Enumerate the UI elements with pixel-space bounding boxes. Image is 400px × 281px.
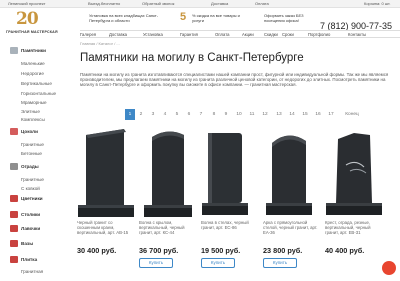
sidebar-item[interactable]: Мраморные — [21, 100, 47, 105]
chat-widget-icon[interactable] — [382, 261, 396, 275]
sidebar-item[interactable]: Гранитные — [21, 177, 44, 182]
flowerbed-icon — [10, 195, 18, 202]
logo-number: 20 — [16, 9, 39, 29]
sidebar-item[interactable]: Маленькие — [21, 61, 45, 66]
page-button[interactable]: 12 — [260, 109, 270, 120]
monument-icon — [10, 47, 18, 54]
payment-link[interactable]: Оплата — [255, 1, 269, 6]
sidebar-heading[interactable]: Цветники — [21, 196, 43, 201]
product-price: 30 400 руб. — [77, 246, 117, 255]
page-description: Памятники на могилу из гранита изготавли… — [80, 72, 389, 88]
page-button[interactable]: 5 — [172, 109, 182, 120]
product-card[interactable]: Черный гранит со скошенным краем, вертик… — [76, 125, 136, 281]
buy-button[interactable]: Купить — [263, 258, 297, 268]
product-price: 23 800 руб. — [263, 246, 303, 255]
product-card[interactable]: Волна с крылом, вертикальный, черный гра… — [138, 125, 198, 281]
city-selector[interactable]: Ленинский проспект — [8, 1, 45, 6]
sidebar-item[interactable]: С ковкой — [21, 186, 40, 191]
vase-icon — [10, 240, 18, 247]
page-button[interactable]: 17 — [326, 109, 336, 120]
install-info: Установка на всех кладбищах Санкт-Петерб… — [89, 13, 159, 23]
product-image[interactable] — [76, 125, 136, 220]
buy-button[interactable]: Купить — [139, 258, 173, 268]
product-name[interactable]: Черный гранит со скошенным краем, вертик… — [77, 220, 135, 235]
tile-icon — [10, 256, 18, 263]
promo-info: % скидка на все товары и услуги — [192, 13, 240, 23]
page-button[interactable]: 3 — [148, 109, 158, 120]
product-price: 36 700 руб. — [139, 246, 179, 255]
page-button[interactable]: 14 — [287, 109, 297, 120]
page-button-active[interactable]: 1 — [125, 109, 135, 120]
product-image[interactable] — [324, 125, 384, 220]
product-name[interactable]: Арка с прямоугольной стелой, черный гран… — [263, 220, 321, 235]
logo-subtitle: ГРАНИТНАЯ МАСТЕРСКАЯ — [6, 30, 58, 34]
nav-item[interactable]: Оплата — [215, 32, 229, 37]
sidebar-catalog: Памятники Маленькие Недорогие Вертикальн… — [0, 44, 75, 281]
sidebar-heading[interactable]: Памятники — [21, 48, 46, 53]
product-name[interactable]: Волна с крылом, вертикальный, черный гра… — [139, 220, 197, 235]
nav-item[interactable]: Галерея — [80, 32, 96, 37]
nav-item[interactable]: Акции — [242, 32, 254, 37]
header: 20 ГРАНИТНАЯ МАСТЕРСКАЯ Установка на все… — [0, 8, 400, 34]
callback-link[interactable]: Обратный звонок — [142, 1, 174, 6]
sidebar-heading[interactable]: Лавочки — [21, 226, 40, 231]
nav-item[interactable]: Сроки — [282, 32, 294, 37]
nav-item[interactable]: Гарантия — [180, 32, 198, 37]
product-image[interactable] — [262, 125, 322, 220]
plinth-icon — [10, 128, 18, 135]
main-nav: Галерея Доставка Установка Гарантия Опла… — [80, 30, 400, 38]
cart-link[interactable]: Корзина: 0 шт. — [364, 1, 391, 6]
page-button[interactable]: 13 — [274, 109, 284, 120]
sidebar-heading[interactable]: Ограды — [21, 164, 39, 169]
page-button[interactable]: 7 — [196, 109, 206, 120]
nav-item[interactable]: Доставка — [109, 32, 127, 37]
sidebar-heading[interactable]: Цоколи — [21, 129, 38, 134]
product-price: 19 500 руб. — [201, 246, 241, 255]
sidebar-item[interactable]: Вертикальные — [21, 81, 52, 86]
buy-button[interactable]: Купить — [201, 258, 235, 268]
bench-icon — [10, 225, 18, 232]
page-button[interactable]: 6 — [184, 109, 194, 120]
product-card[interactable]: Арка с прямоугольной стелой, черный гран… — [262, 125, 322, 281]
sidebar-item[interactable]: Гранитная — [21, 269, 43, 274]
page-button[interactable]: 8 — [209, 109, 219, 120]
page-last-button[interactable]: Конец — [341, 109, 363, 120]
sidebar-item[interactable]: Недорогие — [21, 71, 44, 76]
page-title: Памятники на могилу в Санкт-Петербурге — [80, 52, 304, 64]
logo[interactable]: 20 ГРАНИТНАЯ МАСТЕРСКАЯ — [4, 9, 76, 37]
product-name[interactable]: Волна в стелах, черный гранит, арт. ЕС-8… — [201, 220, 259, 231]
page-button[interactable]: 10 — [234, 109, 244, 120]
sidebar-item[interactable]: Элитные — [21, 109, 40, 114]
page-button[interactable]: 2 — [136, 109, 146, 120]
sidebar-item[interactable]: Комплексы — [21, 117, 45, 122]
sidebar-item[interactable]: Гранитные — [21, 142, 44, 147]
nav-item[interactable]: Скидки — [264, 32, 278, 37]
nav-item[interactable]: Портфолио — [308, 32, 330, 37]
product-image[interactable] — [200, 125, 260, 220]
page-button[interactable]: 11 — [247, 109, 257, 120]
product-card[interactable]: Крест, ограда, резные, вертикальный, чер… — [324, 125, 384, 281]
top-bar: Ленинский проспект Выезд.бесплатно Обрат… — [0, 0, 400, 8]
page-button[interactable]: 9 — [221, 109, 231, 120]
sidebar-item[interactable]: Горизонтальные — [21, 91, 56, 96]
product-card[interactable]: Волна в стелах, черный гранит, арт. ЕС-8… — [200, 125, 260, 281]
page-button[interactable]: 15 — [300, 109, 310, 120]
nav-item[interactable]: Контакты — [348, 32, 366, 37]
sidebar-item[interactable]: Бетонные — [21, 151, 42, 156]
nav-item[interactable]: Установка — [143, 32, 163, 37]
order-info: Оформить заказ БЕЗ посещения офиса! — [264, 13, 304, 23]
address-link[interactable]: Выезд.бесплатно — [88, 1, 120, 6]
page-button[interactable]: 16 — [313, 109, 323, 120]
table-icon — [10, 211, 18, 218]
sidebar-heading[interactable]: Вазы — [21, 241, 33, 246]
page-button[interactable]: 4 — [160, 109, 170, 120]
sidebar-heading[interactable]: Плитка — [21, 257, 37, 262]
delivery-link[interactable]: Доставка — [211, 1, 228, 6]
fence-icon — [10, 163, 18, 170]
product-name[interactable]: Крест, ограда, резные, вертикальный, чер… — [325, 220, 383, 235]
product-image[interactable] — [138, 125, 198, 220]
breadcrumb[interactable]: Главная / Каталог / ... — [80, 41, 120, 46]
product-price: 40 400 руб. — [325, 246, 365, 255]
sidebar-heading[interactable]: Столики — [21, 212, 40, 217]
